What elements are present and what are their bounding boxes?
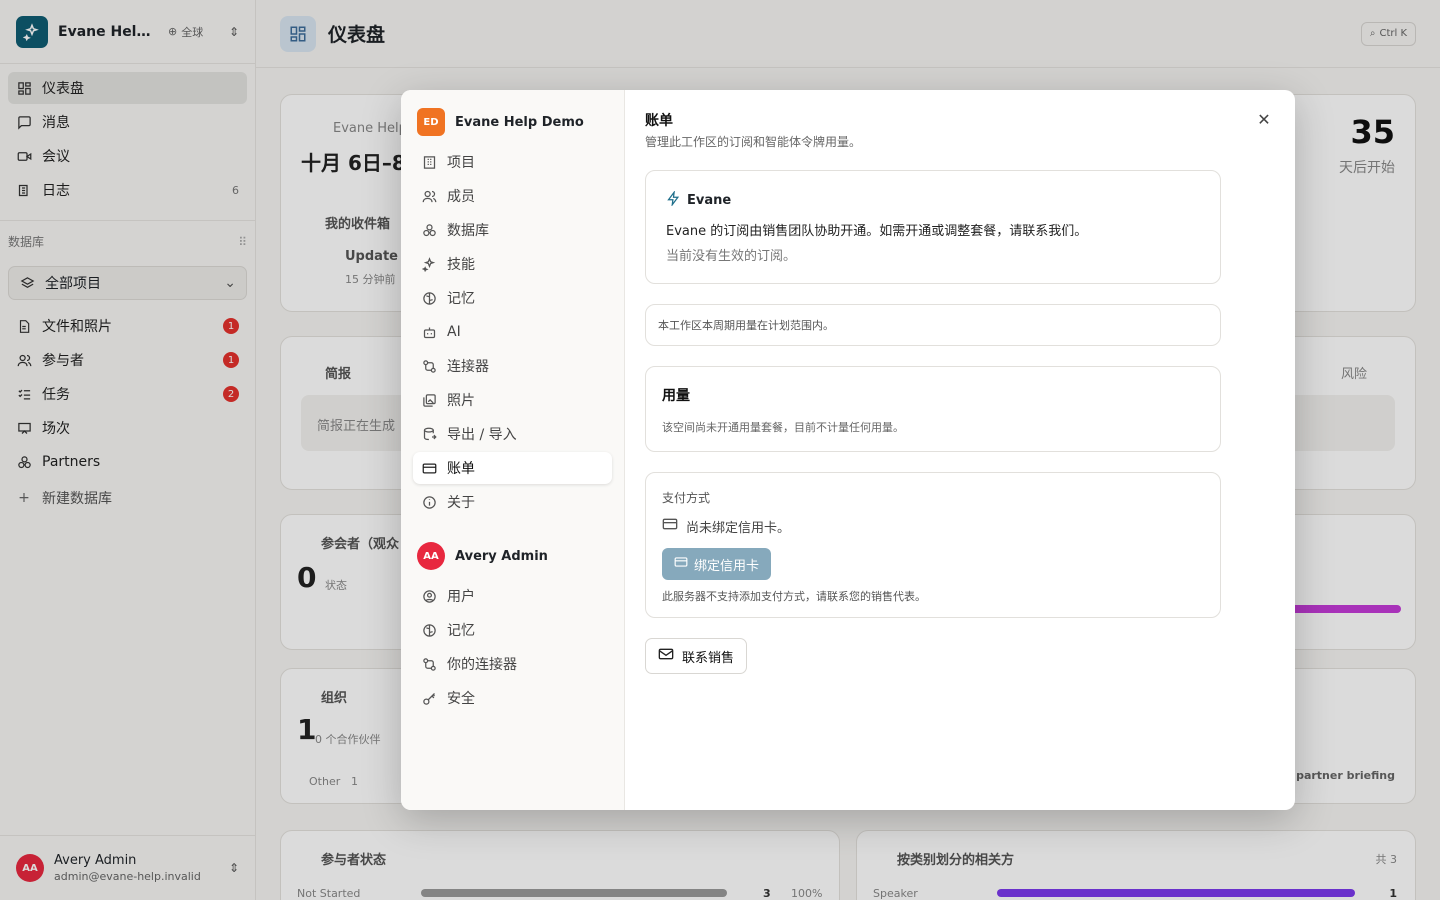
avatar: AA <box>417 542 445 570</box>
brain-icon <box>421 622 437 638</box>
payment-status-row: 尚未绑定信用卡。 <box>662 516 1204 536</box>
plan-description: Evane 的订阅由销售团队协助开通。如需开通或调整套餐，请联系我们。 <box>666 224 1088 239</box>
settings-item-ai[interactable]: AI <box>413 316 612 348</box>
settings-item-label: 项目 <box>447 155 475 171</box>
settings-item-label: 记忆 <box>447 291 475 307</box>
settings-item-label: AI <box>447 324 461 340</box>
payment-note: 此服务器不支持添加支付方式，请联系您的销售代表。 <box>662 590 926 603</box>
plan-name: Evane <box>687 193 732 208</box>
info-icon <box>421 494 437 510</box>
sparkles-icon <box>421 256 437 272</box>
subscription-card: Evane Evane 的订阅由销售团队协助开通。如需开通或调整套餐，请联系我们… <box>645 170 1221 284</box>
database-icon <box>421 222 437 238</box>
settings-item-label: 数据库 <box>447 223 489 239</box>
export-import-icon <box>421 426 437 442</box>
photos-icon <box>421 392 437 408</box>
settings-item-label: 成员 <box>447 189 475 205</box>
settings-item-label: 用户 <box>447 589 475 605</box>
settings-item-photos[interactable]: 照片 <box>413 384 612 416</box>
settings-item-memory[interactable]: 记忆 <box>413 282 612 314</box>
settings-item-connectors[interactable]: 连接器 <box>413 350 612 382</box>
settings-sidebar: ED Evane Help Demo 项目 成员 数据库 技能 记忆 AI 连接… <box>401 90 625 810</box>
bot-icon <box>421 324 437 340</box>
user-circle-icon <box>421 588 437 604</box>
settings-item-export-import[interactable]: 导出 / 导入 <box>413 418 612 450</box>
payment-label: 支付方式 <box>662 491 711 505</box>
brain-icon <box>421 290 437 306</box>
usage-title: 用量 <box>662 388 690 404</box>
settings-item-projects[interactable]: 项目 <box>413 146 612 178</box>
usage-card: 用量 该空间尚未开通用量套餐，目前不计量任何用量。 <box>645 366 1221 452</box>
contact-sales-button[interactable]: 联系销售 <box>645 638 748 674</box>
close-icon[interactable]: ✕ <box>1253 108 1275 130</box>
settings-item-label: 关于 <box>447 495 475 511</box>
settings-workspace-name: Evane Help Demo <box>455 114 584 130</box>
settings-modal: ED Evane Help Demo 项目 成员 数据库 技能 记忆 AI 连接… <box>401 90 1295 810</box>
credit-card-icon <box>421 460 437 476</box>
settings-item-label: 账单 <box>447 461 475 477</box>
settings-item-about[interactable]: 关于 <box>413 486 612 518</box>
settings-item-label: 你的连接器 <box>447 657 517 673</box>
payment-card: 支付方式 尚未绑定信用卡。 绑定信用卡 此服务器不支持添加支付方式，请联系您的销… <box>645 472 1221 618</box>
plan-header: Evane <box>666 189 1200 210</box>
settings-item-skills[interactable]: 技能 <box>413 248 612 280</box>
bind-card-label: 绑定信用卡 <box>694 558 760 574</box>
plan-status: 当前没有生效的订阅。 <box>666 249 797 264</box>
settings-item-user[interactable]: 用户 <box>413 580 612 612</box>
settings-item-your-connectors[interactable]: 你的连接器 <box>413 648 612 680</box>
settings-item-label: 连接器 <box>447 359 489 375</box>
settings-user-header: AA Avery Admin <box>413 520 612 580</box>
settings-item-database[interactable]: 数据库 <box>413 214 612 246</box>
mail-icon <box>658 646 674 666</box>
panel-description: 管理此工作区的订阅和智能体令牌用量。 <box>645 135 862 149</box>
payment-status: 尚未绑定信用卡。 <box>686 520 791 536</box>
bind-card-button[interactable]: 绑定信用卡 <box>662 548 772 580</box>
users-icon <box>421 188 437 204</box>
usage-text: 该空间尚未开通用量套餐，目前不计量任何用量。 <box>662 421 904 434</box>
credit-card-icon <box>674 555 688 573</box>
panel-title: 账单 <box>645 113 673 129</box>
credit-card-icon <box>662 516 678 536</box>
settings-item-security[interactable]: 安全 <box>413 682 612 714</box>
usage-notice: 本工作区本周期用量在计划范围内。 <box>645 304 1221 346</box>
connector-icon <box>421 358 437 374</box>
building-icon <box>421 154 437 170</box>
contact-sales-label: 联系销售 <box>682 650 735 666</box>
connector-icon <box>421 656 437 672</box>
settings-item-label: 技能 <box>447 257 475 273</box>
settings-item-billing[interactable]: 账单 <box>413 452 612 484</box>
settings-item-user-memory[interactable]: 记忆 <box>413 614 612 646</box>
settings-item-label: 导出 / 导入 <box>447 427 517 443</box>
billing-panel: ✕ 账单 管理此工作区的订阅和智能体令牌用量。 Evane Evane 的订阅由… <box>625 90 1295 810</box>
key-icon <box>421 690 437 706</box>
workspace-badge: ED <box>417 108 445 136</box>
lightning-icon <box>666 189 681 210</box>
settings-item-members[interactable]: 成员 <box>413 180 612 212</box>
settings-user-name: Avery Admin <box>455 548 548 564</box>
settings-item-label: 照片 <box>447 393 475 409</box>
settings-item-label: 安全 <box>447 691 475 707</box>
settings-item-label: 记忆 <box>447 623 475 639</box>
settings-workspace-header: ED Evane Help Demo <box>413 106 612 146</box>
